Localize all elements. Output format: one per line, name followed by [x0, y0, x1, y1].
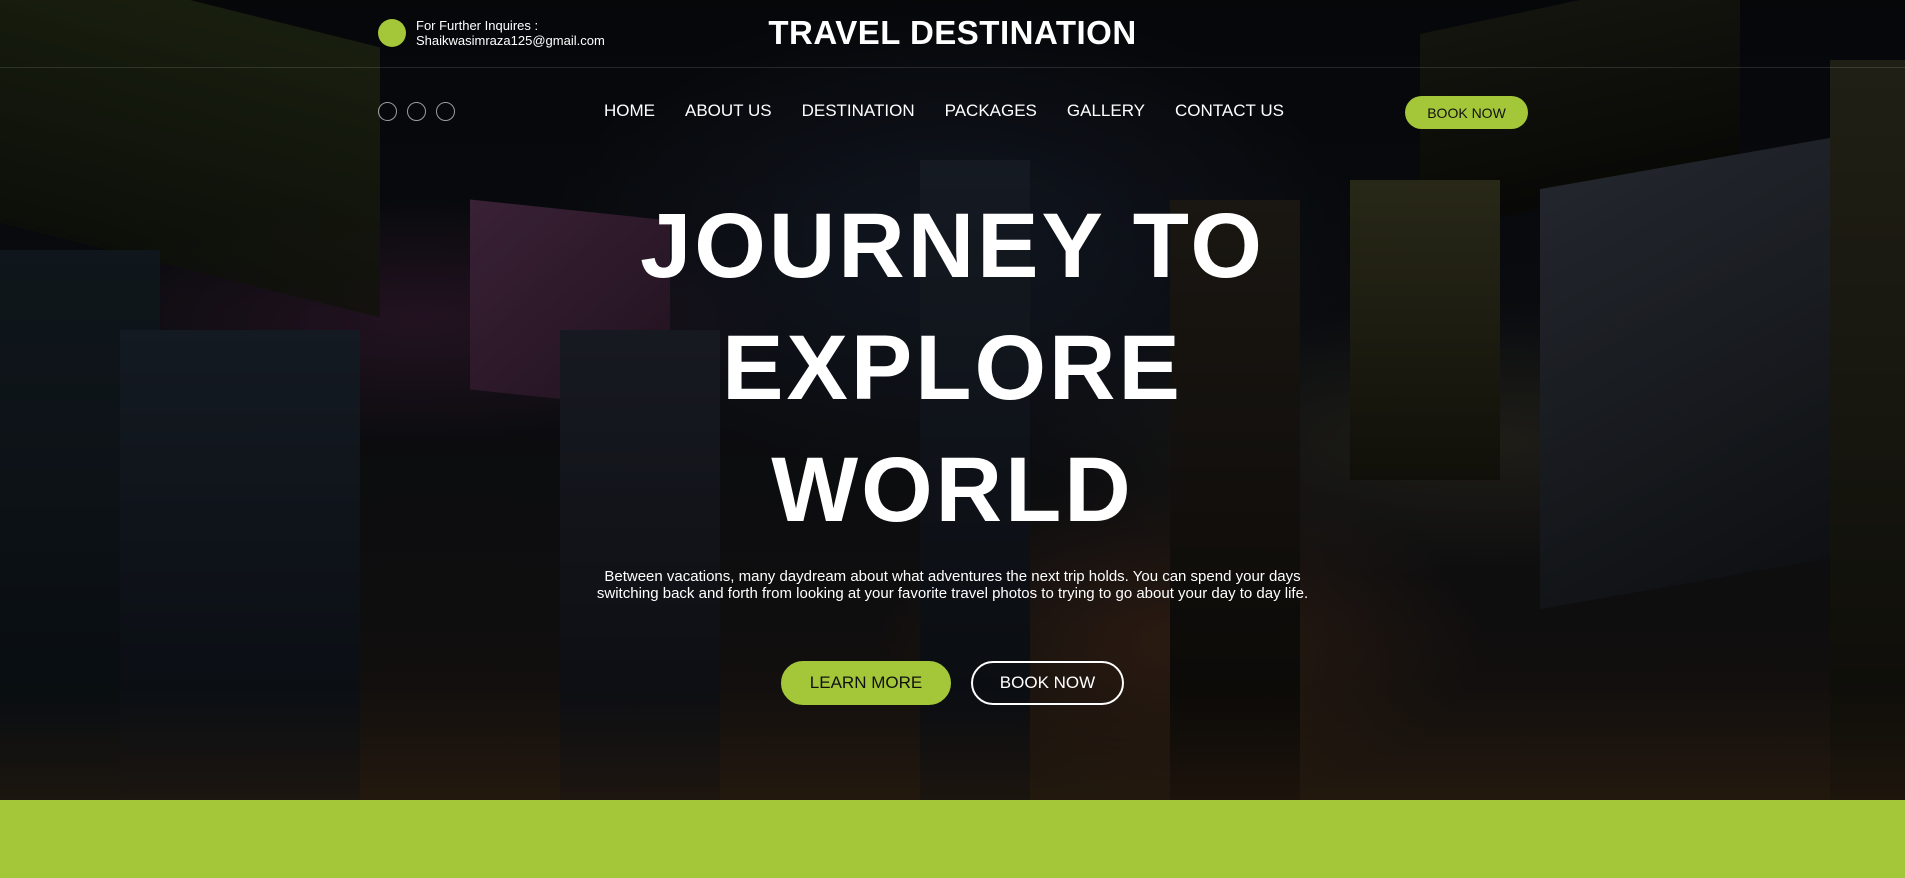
- hero-description: Between vacations, many daydream about w…: [596, 568, 1309, 602]
- hero-headline: JOURNEY TO EXPLORE WORLD: [0, 185, 1905, 551]
- headline-line-3: WORLD: [771, 439, 1134, 541]
- social-circle-icon[interactable]: [378, 102, 397, 121]
- headline-line-2: EXPLORE: [722, 317, 1183, 419]
- hero-book-now-button[interactable]: BOOK NOW: [971, 661, 1124, 705]
- social-links: [378, 102, 455, 121]
- nav-item-home[interactable]: HOME: [604, 100, 655, 122]
- nav-item-gallery[interactable]: GALLERY: [1067, 100, 1145, 122]
- nav-item-packages[interactable]: PACKAGES: [945, 100, 1037, 122]
- top-bar: For Further Inquires : Shaikwasimraza125…: [0, 0, 1905, 68]
- page: For Further Inquires : Shaikwasimraza125…: [0, 0, 1905, 878]
- nav-item-contact-us[interactable]: CONTACT US: [1175, 100, 1284, 122]
- hero-cta-group: LEARN MORE BOOK NOW: [0, 661, 1905, 705]
- social-circle-icon[interactable]: [436, 102, 455, 121]
- main-nav: HOME ABOUT US DESTINATION PACKAGES GALLE…: [604, 100, 1284, 122]
- social-circle-icon[interactable]: [407, 102, 426, 121]
- nav-book-now-button[interactable]: BOOK NOW: [1405, 96, 1528, 129]
- learn-more-button[interactable]: LEARN MORE: [781, 661, 951, 705]
- brand-title[interactable]: TRAVEL DESTINATION: [0, 14, 1905, 52]
- headline-line-1: JOURNEY TO: [640, 195, 1265, 297]
- green-section-band: [0, 800, 1905, 878]
- nav-item-destination[interactable]: DESTINATION: [802, 100, 915, 122]
- nav-item-about-us[interactable]: ABOUT US: [685, 100, 772, 122]
